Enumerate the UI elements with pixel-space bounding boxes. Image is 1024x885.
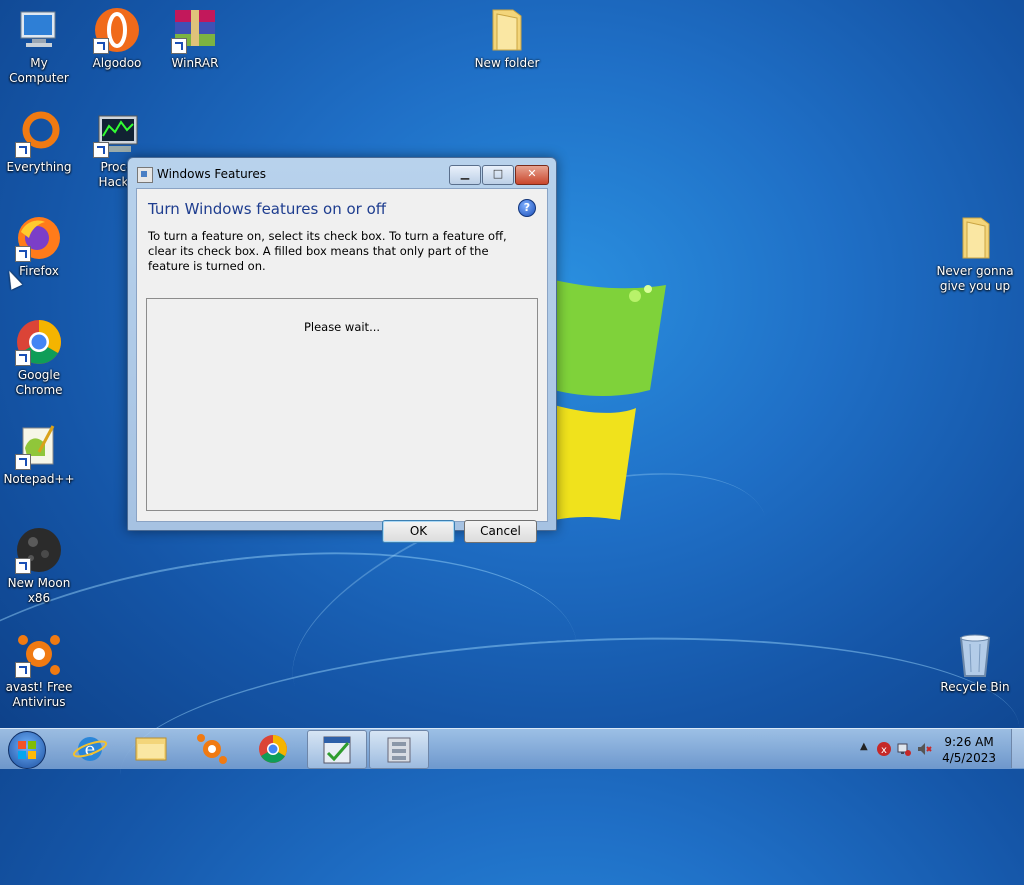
internet-explorer-icon: e	[72, 737, 108, 761]
recycle-bin-icon	[951, 630, 999, 678]
chrome-icon	[259, 735, 287, 763]
show-desktop-button[interactable]	[1011, 729, 1024, 768]
maximize-button[interactable]: □	[482, 165, 514, 185]
computer-icon	[15, 6, 63, 54]
ok-button[interactable]: OK	[382, 520, 455, 543]
windows-flag-icon	[18, 741, 36, 759]
desktop-icon-everything[interactable]: Everything	[0, 110, 79, 175]
desktop-icon-avast[interactable]: avast! Free Antivirus	[0, 630, 79, 710]
dialog-description: To turn a feature on, select its check b…	[148, 229, 507, 273]
features-list[interactable]: Please wait...	[146, 298, 538, 511]
everything-icon	[15, 110, 63, 158]
shortcut-arrow-icon	[171, 38, 187, 54]
desktop-icon-label: Notepad++	[3, 472, 75, 486]
window-app-icon	[137, 167, 153, 183]
shortcut-arrow-icon	[15, 246, 31, 262]
shortcut-arrow-icon	[15, 142, 31, 158]
svg-text:x: x	[881, 745, 887, 756]
shortcut-arrow-icon	[15, 350, 31, 366]
notepad-plus-plus-icon	[15, 422, 63, 470]
dialog-heading: Turn Windows features on or off	[148, 200, 387, 218]
shortcut-arrow-icon	[93, 142, 109, 158]
taskbar-windows-features[interactable]	[369, 730, 429, 769]
shortcut-arrow-icon	[93, 38, 109, 54]
process-hacker-icon	[93, 110, 141, 158]
shortcut-arrow-icon	[15, 662, 31, 678]
desktop-icon-label: Google Chrome	[15, 368, 63, 397]
desktop-icon-label: New Moon x86	[7, 576, 71, 605]
desktop-icon-algodoo[interactable]: Algodoo	[77, 6, 157, 71]
desktop-icon-notepad-plus-plus[interactable]: Notepad++	[0, 422, 79, 487]
close-button[interactable]: ✕	[515, 165, 549, 185]
dialog-titlebar[interactable]: Windows Features ▁ □ ✕	[128, 158, 556, 188]
taskbar-checklist-app[interactable]	[307, 730, 367, 769]
winrar-icon	[171, 6, 219, 54]
desktop-icon-never-gonna-folder[interactable]: Never gonna give you up	[935, 214, 1015, 294]
taskbar-file-explorer[interactable]	[122, 730, 180, 767]
desktop-icon-label: Algodoo	[92, 56, 142, 70]
volume-muted-icon[interactable]	[916, 741, 932, 757]
shortcut-arrow-icon	[15, 558, 31, 574]
desktop-icon-new-folder[interactable]: New folder	[467, 6, 547, 71]
minimize-button[interactable]: ▁	[449, 165, 481, 185]
desktop-icon-winrar[interactable]: WinRAR	[155, 6, 235, 71]
folder-icon	[483, 6, 531, 54]
system-clock[interactable]: 9:26 AM 4/5/2023	[942, 734, 996, 766]
dialog-body: Turn Windows features on or off ? To tur…	[136, 188, 548, 543]
desktop-icon-label: avast! Free Antivirus	[5, 680, 73, 709]
clock-date: 4/5/2023	[942, 751, 996, 765]
taskbar: e ▲ x 9:26 AM 4/5/2023	[0, 728, 1024, 769]
desktop-icon-label: My Computer	[9, 56, 69, 85]
security-alert-icon[interactable]: x	[876, 741, 892, 757]
system-tray: ▲ x 9:26 AM 4/5/2023	[834, 729, 1024, 769]
show-hidden-icons-icon[interactable]: ▲	[860, 741, 876, 757]
minimize-icon: ▁	[460, 167, 470, 180]
avast-icon	[15, 630, 63, 678]
close-icon: ✕	[527, 167, 537, 180]
avast-icon	[197, 734, 227, 764]
cancel-button[interactable]: Cancel	[464, 520, 537, 543]
windows-features-dialog: Windows Features ▁ □ ✕ Turn Windows feat…	[127, 157, 557, 543]
algodoo-icon	[93, 6, 141, 54]
chrome-icon	[15, 318, 63, 366]
loading-status: Please wait...	[303, 320, 381, 334]
taskbar-avast[interactable]	[183, 730, 241, 767]
firefox-icon	[15, 214, 63, 262]
help-icon[interactable]: ?	[518, 199, 536, 217]
desktop-icon-label: New folder	[474, 56, 540, 70]
clock-time: 9:26 AM	[944, 735, 994, 749]
taskbar-chrome[interactable]	[244, 730, 302, 767]
file-explorer-icon	[135, 737, 167, 761]
desktop-icon-google-chrome[interactable]: Google Chrome	[0, 318, 79, 398]
desktop-icon-label: Recycle Bin	[940, 680, 1010, 694]
desktop-icon-label: Never gonna give you up	[936, 264, 1014, 293]
checklist-icon	[323, 736, 351, 764]
new-moon-icon	[15, 526, 63, 574]
desktop-icon-new-moon[interactable]: New Moon x86	[0, 526, 79, 606]
desktop-icon-recycle-bin[interactable]: Recycle Bin	[935, 630, 1015, 695]
windows-logo-wallpaper	[554, 280, 666, 520]
folder-icon	[951, 214, 999, 262]
desktop-icon-label: WinRAR	[171, 56, 219, 70]
taskbar-internet-explorer[interactable]: e	[61, 730, 119, 767]
start-button[interactable]	[8, 731, 46, 769]
dialog-title: Windows Features	[157, 167, 266, 181]
windows-features-icon	[387, 737, 411, 763]
desktop-icon-label: Everything	[6, 160, 72, 174]
shortcut-arrow-icon	[15, 454, 31, 470]
network-icon[interactable]	[896, 741, 912, 757]
desktop-icon-my-computer[interactable]: My Computer	[0, 6, 79, 86]
maximize-icon: □	[492, 167, 504, 180]
